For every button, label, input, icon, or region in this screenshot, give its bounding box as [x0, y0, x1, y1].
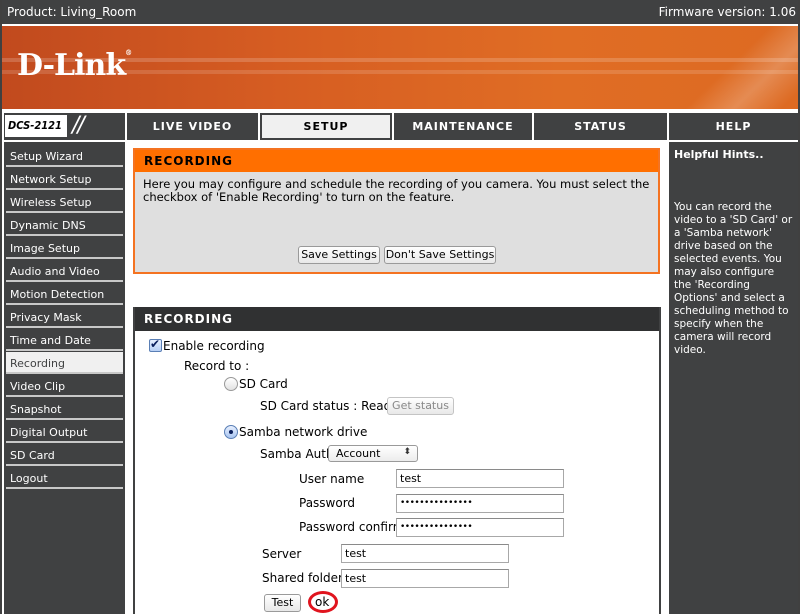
firmware-version: Firmware version: 1.06	[658, 5, 796, 19]
top-bar: Product: Living_Room Firmware version: 1…	[2, 0, 798, 24]
page: Product: Living_Room Firmware version: 1…	[0, 0, 800, 614]
tab-live-video[interactable]: LIVE VIDEO	[127, 113, 258, 140]
slash-decoration: //	[72, 113, 85, 138]
recording-title: RECORDING	[135, 307, 659, 331]
sidebar-item-audio-and-video[interactable]: Audio and Video	[6, 260, 123, 282]
sidebar-item-sd-card[interactable]: SD Card	[6, 444, 123, 466]
sidebar-item-video-clip[interactable]: Video Clip	[6, 375, 123, 397]
sd-card-label: SD Card	[239, 377, 288, 391]
banner: D-Link®	[2, 26, 798, 109]
product-name: Product: Living_Room	[7, 5, 137, 19]
sidebar-item-recording[interactable]: Recording	[6, 352, 123, 374]
registered-mark: ®	[125, 48, 132, 57]
samba-network-drive-label: Samba network drive	[239, 425, 368, 439]
intro-description: Here you may configure and schedule the …	[143, 177, 650, 204]
dont-save-settings-button[interactable]: Don't Save Settings	[384, 246, 496, 264]
intro-title: RECORDING	[135, 150, 658, 172]
sidebar-item-motion-detection[interactable]: Motion Detection	[6, 283, 123, 305]
sidebar-item-network-setup[interactable]: Network Setup	[6, 168, 123, 190]
banner-flare	[672, 26, 798, 109]
sd-card-status: SD Card status : Ready	[260, 399, 399, 413]
enable-recording-checkbox[interactable]	[149, 337, 162, 352]
username-input[interactable]: test	[396, 469, 564, 488]
server-input[interactable]: test	[341, 544, 509, 563]
sidebar-item-dynamic-dns[interactable]: Dynamic DNS	[6, 214, 123, 236]
shared-folder-label: Shared folder	[262, 571, 343, 585]
username-label: User name	[299, 472, 365, 486]
shared-folder-input[interactable]: test	[341, 569, 509, 588]
password-label: Password	[299, 496, 356, 510]
password-confirm-label: Password confirm	[299, 520, 405, 534]
sidebar-item-digital-output[interactable]: Digital Output	[6, 421, 123, 443]
sidebar-item-setup-wizard[interactable]: Setup Wizard	[6, 145, 123, 167]
sd-card-radio[interactable]	[224, 377, 238, 391]
samba-network-drive-radio[interactable]	[224, 425, 238, 439]
enable-recording-label: Enable recording	[163, 339, 265, 353]
tab-maintenance[interactable]: MAINTENANCE	[394, 113, 532, 140]
samba-auth-select[interactable]: Account ⬍	[328, 445, 418, 462]
help-panel: Helpful Hints.. You can record the video…	[669, 142, 798, 614]
model-badge: DCS-2121 //	[4, 113, 125, 140]
logo-text: D-Link	[17, 48, 126, 83]
tab-setup[interactable]: SETUP	[260, 113, 392, 140]
password-confirm-input[interactable]: •••••••••••••••	[396, 518, 564, 537]
sidebar-item-wireless-setup[interactable]: Wireless Setup	[6, 191, 123, 213]
get-status-button[interactable]: Get status	[387, 397, 454, 415]
password-input[interactable]: •••••••••••••••	[396, 494, 564, 513]
samba-auth-label: Samba Auth	[260, 447, 334, 461]
test-button[interactable]: Test	[264, 594, 301, 612]
model-name: DCS-2121	[5, 115, 67, 137]
dlink-logo: D-Link®	[17, 48, 132, 83]
sidebar: Setup Wizard Network Setup Wireless Setu…	[4, 142, 125, 614]
tab-help[interactable]: HELP	[669, 113, 798, 140]
samba-auth-value: Account	[336, 447, 381, 460]
tab-status[interactable]: STATUS	[534, 113, 667, 140]
sidebar-item-image-setup[interactable]: Image Setup	[6, 237, 123, 259]
server-label: Server	[262, 547, 302, 561]
highlight-circle	[308, 591, 338, 613]
help-body: You can record the video to a 'SD Card' …	[674, 201, 793, 356]
sidebar-item-logout[interactable]: Logout	[6, 467, 123, 489]
sidebar-item-privacy-mask[interactable]: Privacy Mask	[6, 306, 123, 328]
sidebar-item-snapshot[interactable]: Snapshot	[6, 398, 123, 420]
select-arrows-icon: ⬍	[403, 447, 411, 457]
top-navigation: DCS-2121 // LIVE VIDEO SETUP MAINTENANCE…	[2, 112, 798, 140]
save-settings-button[interactable]: Save Settings	[298, 246, 380, 264]
sidebar-item-time-and-date[interactable]: Time and Date	[6, 329, 123, 351]
record-to-label: Record to :	[184, 359, 250, 373]
help-title: Helpful Hints..	[674, 148, 764, 161]
